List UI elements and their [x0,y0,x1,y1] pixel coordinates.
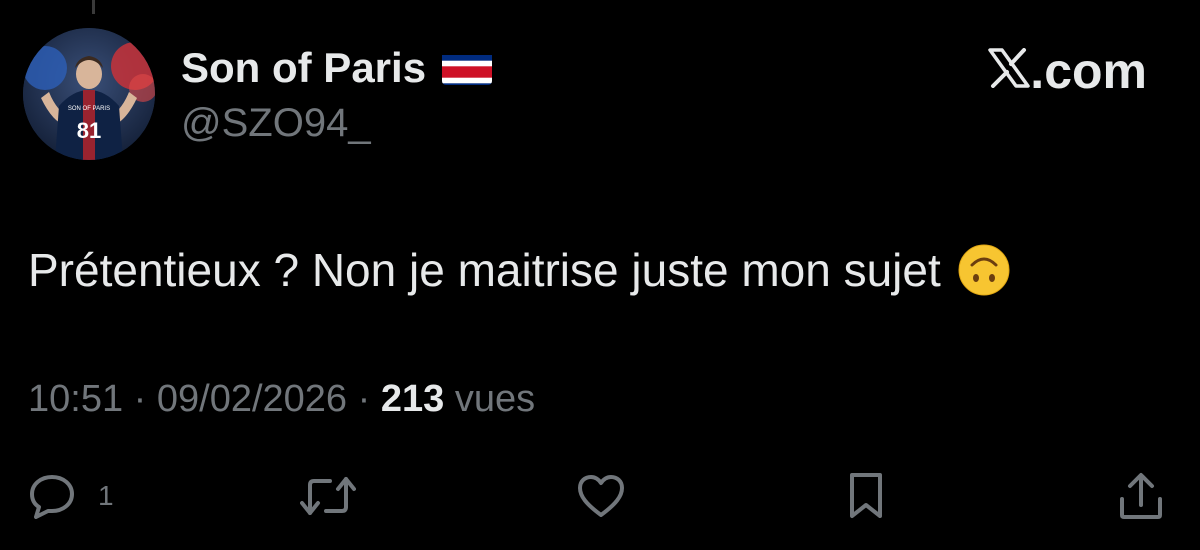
tweet-body: Prétentieux ? Non je maitrise juste mon … [28,243,1011,297]
tweet-text: Prétentieux ? Non je maitrise juste mon … [28,244,941,296]
bookmark-button[interactable] [846,465,886,527]
views-count: 213 [380,378,445,420]
brand-label: .com [1030,43,1147,99]
costa-rica-flag-icon [442,51,493,85]
share-button[interactable] [1118,465,1164,527]
tweet-date[interactable]: 09/02/2026 [157,378,347,420]
tweet-time[interactable]: 10:51 [28,378,123,420]
avatar-jersey-text: SON OF PARIS [68,106,110,112]
reply-count: 1 [98,480,114,511]
meta-separator-2: · [347,378,381,420]
meta-separator-1: · [123,378,157,420]
like-icon [576,473,626,519]
bookmark-icon [846,471,886,521]
x-logo-icon [988,42,1031,100]
author-display-name[interactable]: Son of Paris [181,44,493,92]
brand-watermark: .com [988,42,1147,100]
author-handle[interactable]: @SZO94_ [181,101,371,146]
avatar-image: SON OF PARIS 81 [23,28,155,160]
upside-down-face-emoji [957,243,1011,297]
retweet-button[interactable] [300,465,356,527]
views-label: vues [454,378,536,420]
tweet-meta: 10:51 · 09/02/2026 · 213 vues [28,378,535,421]
reply-icon [28,473,76,519]
avatar-jersey-number: 81 [77,118,101,143]
author-name-text: Son of Paris [181,44,427,91]
avatar[interactable]: SON OF PARIS 81 [23,28,155,160]
reply-button[interactable]: 1 [28,465,114,527]
tweet-actions-bar: 1 [0,465,1200,535]
thread-connector-line [92,0,95,14]
retweet-icon [300,473,356,519]
like-button[interactable] [576,465,626,527]
share-icon [1118,471,1164,521]
